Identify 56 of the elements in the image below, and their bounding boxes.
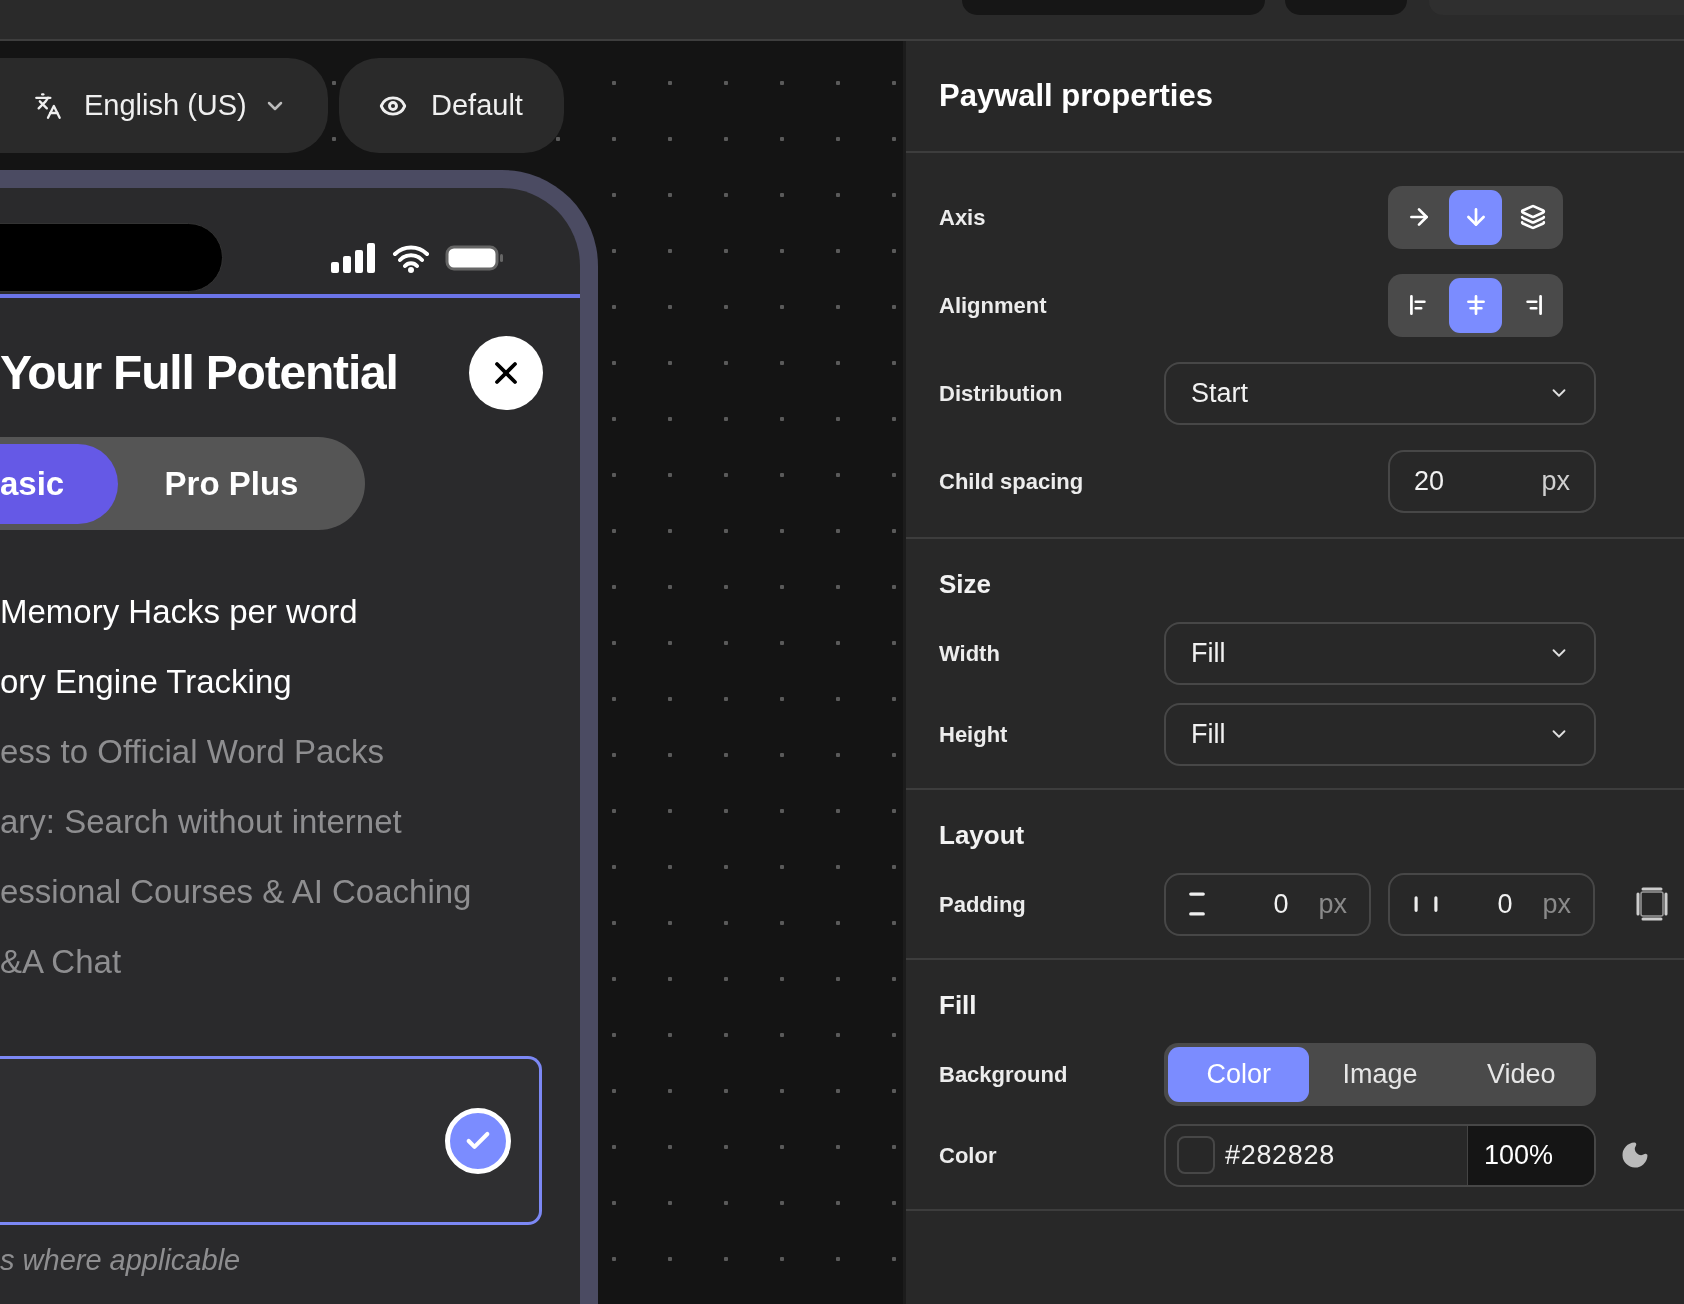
feature-item: ess to Official Word Packs [0,732,385,773]
feature-item: &A Chat [0,942,123,983]
property-label: Background [939,1060,1069,1089]
moon-icon[interactable] [1620,1140,1650,1170]
property-label: Child spacing [939,467,1085,496]
panel-title: Paywall properties [939,76,1213,115]
unit-label: px [1318,887,1347,921]
footnote: s where applicable [0,1243,242,1278]
property-label: Axis [939,203,987,232]
layers-icon [1519,204,1546,230]
property-label: Height [939,720,1009,749]
section-heading: Fill [939,989,978,1022]
dropdown[interactable]: Start [1164,361,1596,425]
color-swatch[interactable] [1177,1136,1215,1174]
toggle-option[interactable] [1449,189,1502,245]
field-value: 0 [1273,887,1289,921]
frame-icon[interactable] [1636,887,1668,921]
feature-item: ary: Search without internet [0,802,403,843]
number-field[interactable]: 20 px [1388,449,1596,513]
paywall-title: Your Full Potential [0,345,398,401]
section-heading: Layout [939,819,1026,852]
hex-value: #282828 [1225,1138,1336,1172]
property-label: Alignment [939,291,1048,320]
vertical-padding-icon [1188,890,1206,918]
background-tab[interactable]: Image [1309,1046,1451,1102]
chevron-down-icon [266,100,283,111]
plan-tab[interactable]: asic [0,443,118,524]
preview-selector[interactable]: Default [339,58,564,153]
feature-item: Memory Hacks per word [0,592,359,633]
property-label: Distribution [939,379,1064,408]
feature-item: ory Engine Tracking [0,662,293,703]
padding-field[interactable]: 0 px [1388,872,1595,936]
unit-label: px [1542,887,1571,921]
plan-tab[interactable]: Pro Plus [118,443,365,524]
field-value: 0 [1497,887,1513,921]
section-heading: Size [939,568,993,601]
background-tab[interactable]: Video [1450,1046,1592,1102]
plan-card[interactable] [0,1056,542,1225]
property-label: Padding [939,890,1027,919]
wifi-icon [391,243,431,273]
field-value: 20 [1414,464,1445,498]
feature-item: essional Courses & AI Coaching [0,872,473,913]
opacity-value: 100% [1467,1125,1594,1185]
color-field[interactable]: #282828 100% [1164,1123,1596,1187]
dropdown[interactable]: Fill [1164,702,1596,766]
language-selector[interactable]: English (US) [0,58,328,153]
battery-icon [445,243,505,273]
translate-icon [34,91,62,120]
dropdown[interactable]: Fill [1164,621,1596,685]
toggle-option[interactable] [1449,277,1502,333]
unit-label: px [1541,464,1570,498]
property-label: Color [939,1141,998,1170]
signal-icon [331,243,377,273]
horizontal-padding-icon [1412,895,1440,913]
property-label: Width [939,639,1001,668]
padding-field[interactable]: 0 px [1164,872,1371,936]
